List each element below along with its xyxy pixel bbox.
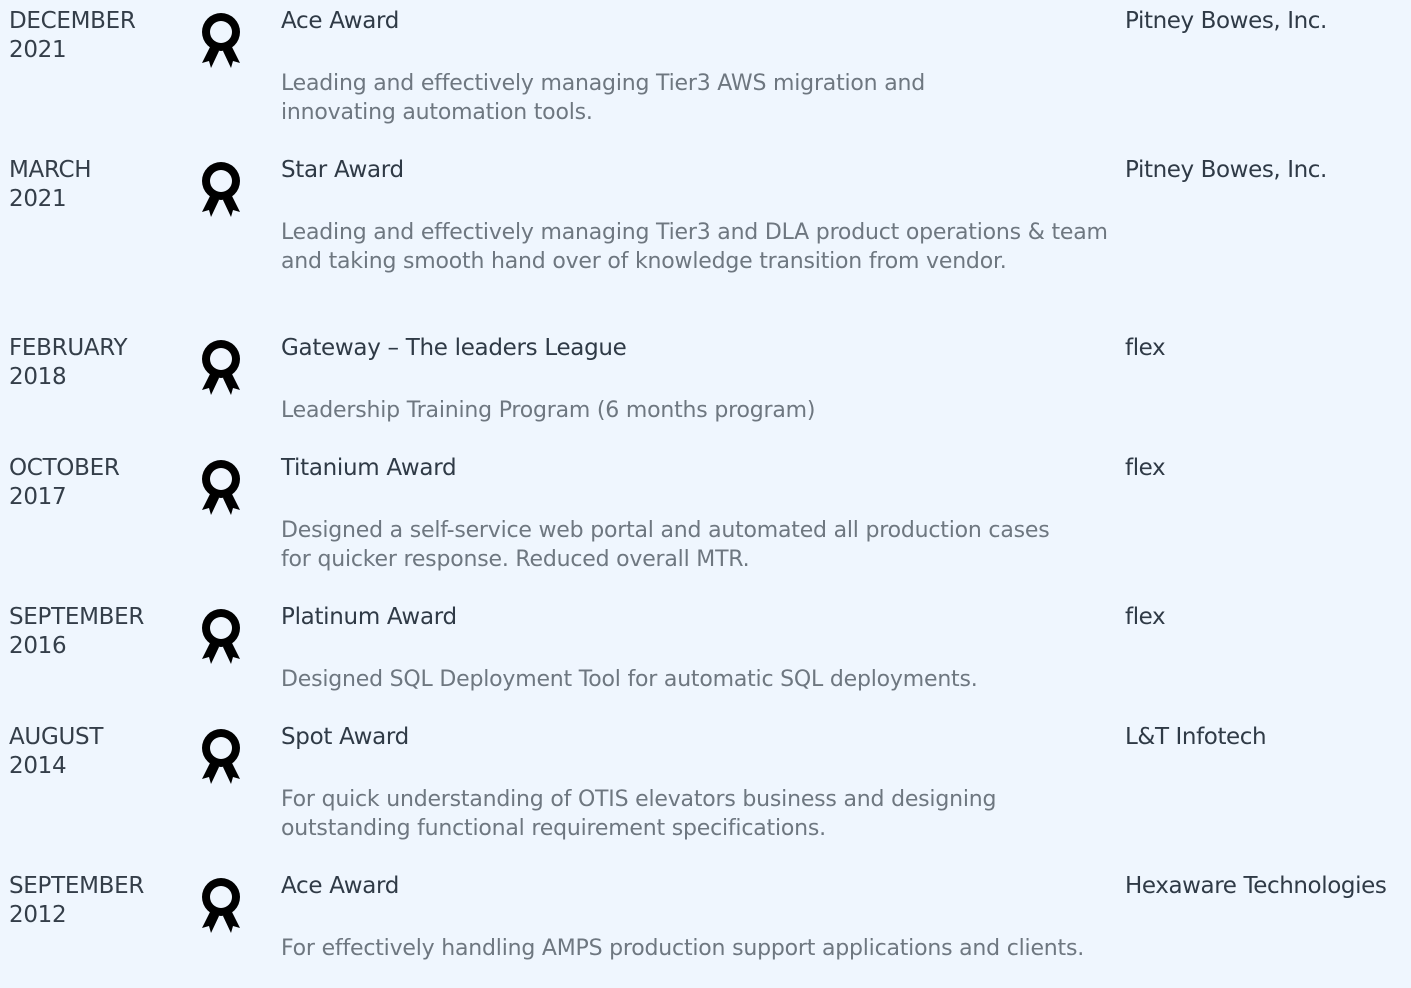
award-title: Spot Award: [281, 724, 409, 750]
award-date: MARCH 2021: [9, 156, 184, 214]
award-description: Leadership Training Program (6 months pr…: [281, 398, 816, 423]
award-company: Pitney Bowes, Inc.: [1125, 157, 1327, 183]
award-company: flex: [1125, 455, 1166, 481]
award-description: Designed SQL Deployment Tool for automat…: [281, 667, 978, 692]
award-year: 2016: [9, 633, 67, 659]
award-month: SEPTEMBER: [9, 873, 145, 899]
award-company: L&T Infotech: [1125, 724, 1267, 750]
award-ribbon-icon: [198, 160, 244, 218]
award-date: SEPTEMBER 2012: [9, 872, 184, 930]
award-month: SEPTEMBER: [9, 604, 145, 630]
award-year: 2017: [9, 484, 67, 510]
award-ribbon-icon: [198, 11, 244, 69]
award-title: Platinum Award: [281, 604, 457, 630]
award-year: 2014: [9, 753, 67, 779]
award-title: Ace Award: [281, 873, 400, 899]
award-description: Designed a self-service web portal and a…: [281, 518, 1050, 572]
award-date: FEBRUARY 2018: [9, 334, 184, 392]
award-company: Pitney Bowes, Inc.: [1125, 8, 1327, 34]
award-month: MARCH: [9, 157, 92, 183]
award-ribbon-icon: [198, 727, 244, 785]
award-ribbon-icon: [198, 458, 244, 516]
award-date: OCTOBER 2017: [9, 454, 184, 512]
award-company: flex: [1125, 604, 1166, 630]
award-ribbon-icon: [198, 607, 244, 665]
award-year: 2012: [9, 902, 67, 928]
award-date: DECEMBER 2021: [9, 7, 184, 65]
award-ribbon-icon: [198, 876, 244, 934]
award-description: Leading and effectively managing Tier3 A…: [281, 71, 925, 125]
award-title: Star Award: [281, 157, 404, 183]
award-company: flex: [1125, 335, 1166, 361]
award-year: 2021: [9, 37, 67, 63]
award-year: 2018: [9, 364, 67, 390]
award-description: For quick understanding of OTIS elevator…: [281, 787, 997, 841]
award-title: Gateway – The leaders League: [281, 335, 627, 361]
award-description: Leading and effectively managing Tier3 a…: [281, 220, 1108, 274]
award-date: SEPTEMBER 2016: [9, 603, 184, 661]
award-date: AUGUST 2014: [9, 723, 184, 781]
award-month: DECEMBER: [9, 8, 136, 34]
award-title: Ace Award: [281, 8, 400, 34]
award-ribbon-icon: [198, 338, 244, 396]
award-title: Titanium Award: [281, 455, 457, 481]
award-description: For effectively handling AMPS production…: [281, 936, 1085, 961]
award-company: Hexaware Technologies: [1125, 873, 1387, 899]
award-year: 2021: [9, 186, 67, 212]
award-month: OCTOBER: [9, 455, 120, 481]
award-month: FEBRUARY: [9, 335, 128, 361]
award-month: AUGUST: [9, 724, 104, 750]
